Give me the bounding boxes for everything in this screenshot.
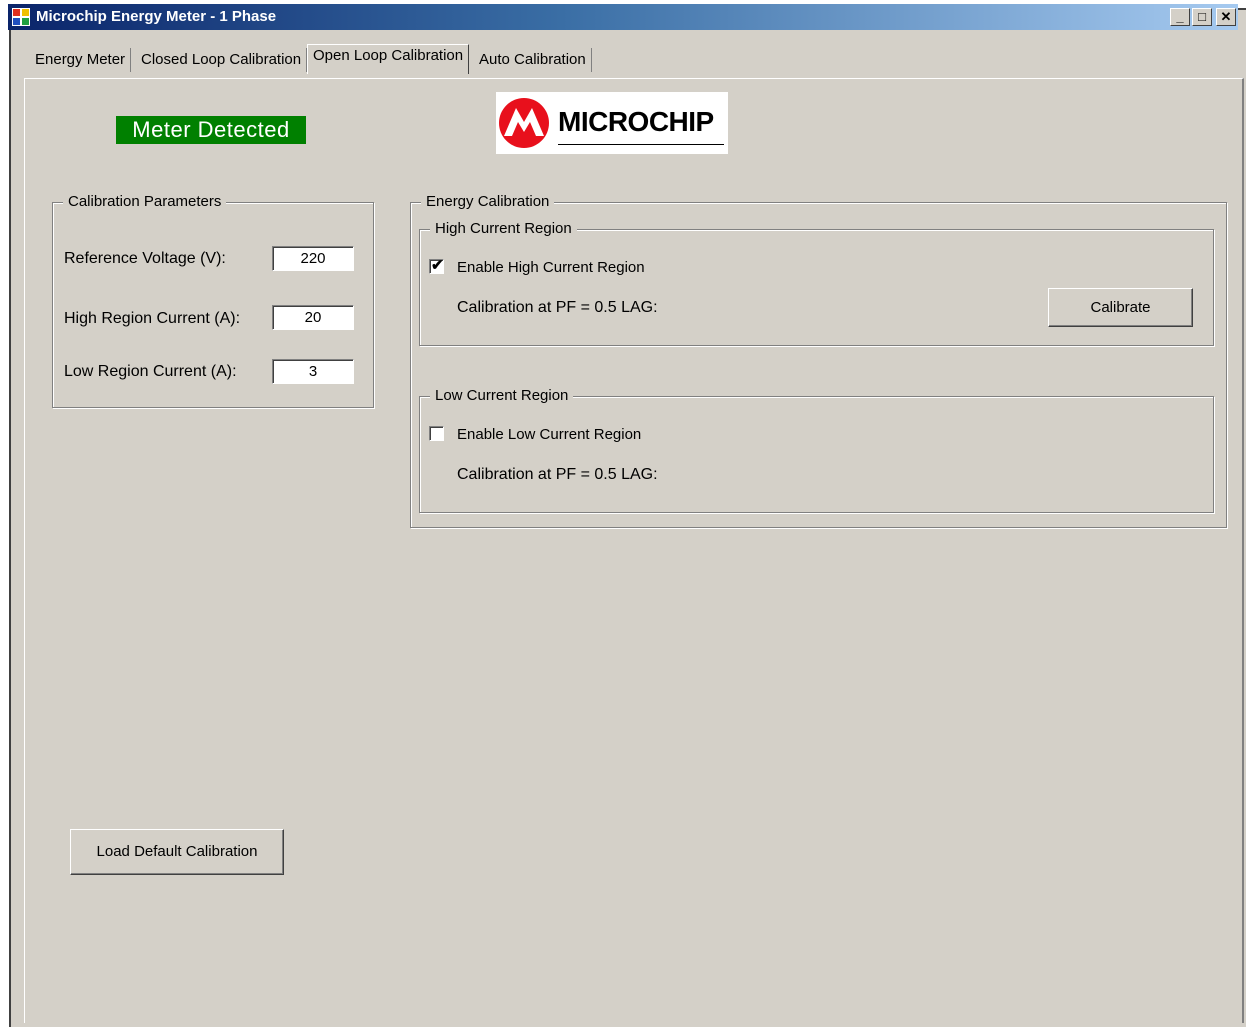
enable-high-current-checkbox[interactable]: ✔ (429, 257, 444, 274)
tab-closed-loop-calibration[interactable]: Closed Loop Calibration (136, 48, 308, 72)
logo-underline (558, 144, 724, 145)
load-default-calibration-button[interactable]: Load Default Calibration (70, 829, 284, 875)
tab-energy-meter[interactable]: Energy Meter (30, 48, 132, 72)
maximize-icon[interactable]: □ (1192, 8, 1212, 26)
low-region-current-input[interactable]: 3 (272, 359, 354, 384)
microchip-logo-icon (499, 98, 549, 148)
close-icon[interactable]: ✕ (1216, 8, 1236, 26)
high-region-current-input[interactable]: 20 (272, 305, 354, 330)
low-region-current-label: Low Region Current (A): (64, 363, 237, 380)
minimize-icon[interactable]: _ (1170, 8, 1190, 26)
enable-low-current-label[interactable]: Enable Low Current Region (457, 426, 641, 443)
reference-voltage-input[interactable]: 220 (272, 246, 354, 271)
enable-high-current-label[interactable]: Enable High Current Region (457, 259, 645, 276)
calibration-parameters-title: Calibration Parameters (63, 193, 227, 211)
calibrate-button[interactable]: Calibrate (1048, 288, 1193, 327)
tab-auto-calibration[interactable]: Auto Calibration (474, 48, 592, 72)
window-title: Microchip Energy Meter - 1 Phase (36, 8, 277, 25)
high-region-current-label: High Region Current (A): (64, 310, 241, 327)
app-icon (12, 8, 30, 26)
low-calibration-pf-label: Calibration at PF = 0.5 LAG: (457, 466, 658, 483)
enable-low-current-checkbox[interactable] (429, 426, 444, 441)
title-bar[interactable]: Microchip Energy Meter - 1 Phase _ □ ✕ (8, 4, 1238, 30)
check-icon: ✔ (431, 257, 444, 274)
high-calibration-pf-label: Calibration at PF = 0.5 LAG: (457, 299, 658, 316)
tab-open-loop-calibration[interactable]: Open Loop Calibration (307, 44, 470, 74)
reference-voltage-label: Reference Voltage (V): (64, 250, 226, 267)
microchip-logo: MICROCHIP (496, 92, 728, 154)
status-badge: Meter Detected (116, 116, 306, 144)
energy-calibration-title: Energy Calibration (421, 193, 555, 211)
high-current-region-title: High Current Region (430, 220, 577, 238)
logo-text: MICROCHIP (558, 106, 714, 137)
low-current-region-title: Low Current Region (430, 387, 574, 405)
low-current-region-group: Low Current Region (419, 387, 1214, 513)
